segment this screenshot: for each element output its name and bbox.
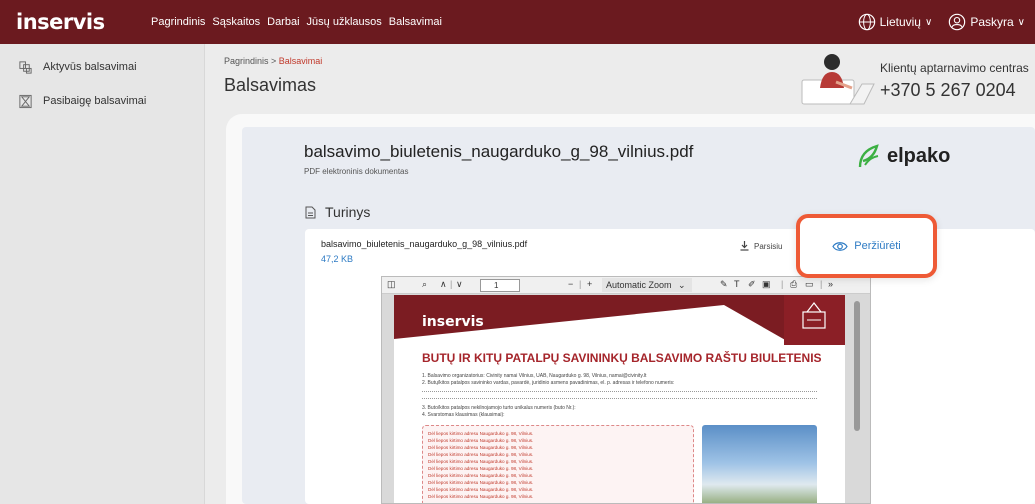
language-label: Lietuvių — [879, 15, 921, 29]
pdf-page: inservis BUTŲ IR KITŲ PATALPŲ SAVININKŲ … — [394, 295, 845, 503]
pdf-box-line: Dėl liepos kirtimo adresu Naugarduko g. … — [428, 487, 534, 492]
account-menu[interactable]: Paskyra ∨ — [948, 13, 1025, 31]
divider: | — [820, 279, 823, 289]
support-phone[interactable]: +370 5 267 0204 — [880, 80, 1016, 101]
chevron-down-icon: ∨ — [924, 16, 933, 28]
zoom-select[interactable]: Automatic Zoom ⌄ — [602, 278, 692, 292]
download-button[interactable]: Parsisiu — [740, 241, 782, 251]
breadcrumb-current: Balsavimai — [278, 56, 323, 66]
print-icon[interactable]: ⎙ — [790, 279, 797, 290]
nav-item-uzklausos[interactable]: Jūsų užklausos — [307, 16, 382, 28]
sidebar-item-active-votes[interactable]: Aktyvūs balsavimai — [0, 50, 204, 84]
sidebar-item-label: Aktyvūs balsavimai — [43, 61, 137, 73]
pdf-text-line: 1. Balsavimo organizatorius: Civinity na… — [422, 373, 647, 379]
breadcrumb-separator: > — [268, 56, 279, 66]
chevron-down-icon: ⌄ — [678, 280, 686, 290]
contents-heading: Turinys — [305, 204, 370, 220]
download-icon — [740, 241, 749, 251]
main-nav: Pagrindinis Sąskaitos Darbai Jūsų užklau… — [151, 16, 442, 28]
eye-icon — [832, 241, 848, 251]
language-selector[interactable]: Lietuvių ∨ — [858, 13, 933, 31]
top-right-controls: Lietuvių ∨ Paskyra ∨ — [858, 13, 1035, 31]
support-center-label: Klientų aptarnavimo centras — [880, 61, 1029, 75]
breadcrumb-home[interactable]: Pagrindinis — [224, 56, 269, 66]
download-label: Parsisiu — [754, 241, 783, 251]
nav-item-pagrindinis[interactable]: Pagrindinis — [151, 16, 205, 28]
breadcrumb: Pagrindinis > Balsavimai — [224, 56, 322, 66]
more-tools-icon[interactable]: » — [828, 279, 833, 289]
pdf-document-title: BUTŲ IR KITŲ PATALPŲ SAVININKŲ BALSAVIMO… — [422, 351, 822, 365]
nav-item-darbai[interactable]: Darbai — [267, 16, 299, 28]
pdf-scrollbar[interactable] — [854, 301, 860, 431]
sidebar-item-finished-votes[interactable]: Pasibaigę balsavimai — [0, 84, 204, 118]
preview-button[interactable]: Peržiūrėti — [796, 214, 937, 278]
image-icon[interactable]: ▣ — [762, 279, 771, 290]
pdf-dotted-line — [422, 391, 817, 392]
pdf-text-line: 4. Svarstomas klausimas (klausimai): — [422, 412, 505, 418]
attachment-file-name: balsavimo_biuletenis_naugarduko_g_98_vil… — [321, 239, 528, 249]
support-agent-illustration — [801, 54, 875, 105]
draw-icon[interactable]: ✐ — [748, 279, 756, 290]
pdf-viewer: ◫ ⌕ ∧ | ∨ 1 − | + Automatic Zoom ⌄ ✎ T ✐… — [381, 276, 871, 504]
document-icon — [305, 206, 316, 218]
chevron-down-icon: ∨ — [1017, 16, 1025, 28]
pdf-question-box: Dėl liepos kirtimo adresu Naugarduko g. … — [422, 425, 694, 503]
divider: | — [450, 279, 453, 289]
sidebar-item-label: Pasibaigę balsavimai — [43, 95, 147, 107]
elpako-logo-icon — [858, 144, 879, 168]
pdf-box-line: Dėl liepos kirtimo adresu Naugarduko g. … — [428, 431, 534, 436]
top-navigation-bar: inservis Pagrindinis Sąskaitos Darbai Jū… — [0, 0, 1035, 44]
provider-name: elpako — [887, 144, 951, 167]
page-title: Balsavimas — [224, 75, 317, 95]
pdf-text-line: 3. Buto/kitos patalpos nekilnojamojo tur… — [422, 405, 576, 411]
pdf-box-line: Dėl liepos kirtimo adresu Naugarduko g. … — [428, 445, 534, 450]
text-icon[interactable]: T — [734, 279, 740, 289]
pdf-sky-image — [702, 425, 817, 503]
provider-logo: elpako — [857, 143, 950, 169]
account-label: Paskyra — [970, 15, 1014, 29]
ballot-icon — [19, 60, 32, 74]
zoom-label: Automatic Zoom — [606, 280, 672, 290]
globe-icon — [858, 13, 875, 31]
pdf-box-line: Dėl liepos kirtimo adresu Naugarduko g. … — [428, 473, 534, 478]
page-number-input[interactable]: 1 — [480, 279, 520, 292]
next-page-icon[interactable]: ∨ — [456, 279, 463, 290]
hourglass-icon — [19, 94, 32, 108]
sidebar-toggle-icon[interactable]: ◫ — [387, 279, 396, 290]
sidebar: Aktyvūs balsavimai Pasibaigę balsavimai — [0, 44, 205, 504]
pdf-box-line: Dėl liepos kirtimo adresu Naugarduko g. … — [428, 480, 534, 485]
document-file-type: PDF elektroninis dokumentas — [304, 167, 409, 176]
document-file-name: balsavimo_biuletenis_naugarduko_g_98_vil… — [304, 142, 694, 161]
nav-item-saskaitos[interactable]: Sąskaitos — [212, 16, 260, 28]
previous-page-icon[interactable]: ∧ — [440, 279, 447, 290]
attachment-file-size: 47,2 KB — [321, 254, 354, 264]
search-icon[interactable]: ⌕ — [422, 279, 427, 290]
preview-label: Peržiūrėti — [854, 240, 901, 252]
pdf-dotted-line — [422, 398, 817, 399]
pdf-box-line: Dėl liepos kirtimo adresu Naugarduko g. … — [428, 459, 534, 464]
pdf-box-line: Dėl liepos kirtimo adresu Naugarduko g. … — [428, 466, 534, 471]
pdf-toolbar: ◫ ⌕ ∧ | ∨ 1 − | + Automatic Zoom ⌄ ✎ T ✐… — [382, 277, 870, 294]
zoom-out-icon[interactable]: − — [568, 279, 573, 289]
app-logo[interactable]: inservis — [16, 10, 151, 34]
pdf-text-line: 2. Butų/kitos patalpos savininko vardas,… — [422, 380, 675, 386]
pdf-box-line: Dėl liepos kirtimo adresu Naugarduko g. … — [428, 494, 534, 499]
zoom-in-icon[interactable]: + — [587, 279, 592, 289]
divider: | — [781, 279, 784, 289]
highlight-icon[interactable]: ✎ — [720, 279, 728, 290]
pdf-box-line: Dėl liepos kirtimo adresu Naugarduko g. … — [428, 438, 534, 443]
divider: | — [579, 279, 582, 289]
pdf-box-line: Dėl liepos kirtimo adresu Naugarduko g. … — [428, 452, 534, 457]
contents-heading-label: Turinys — [325, 204, 371, 220]
pdf-logo: inservis — [422, 314, 484, 330]
save-icon[interactable]: ▭ — [805, 279, 814, 290]
nav-item-balsavimai[interactable]: Balsavimai — [389, 16, 442, 28]
user-icon — [949, 13, 966, 31]
